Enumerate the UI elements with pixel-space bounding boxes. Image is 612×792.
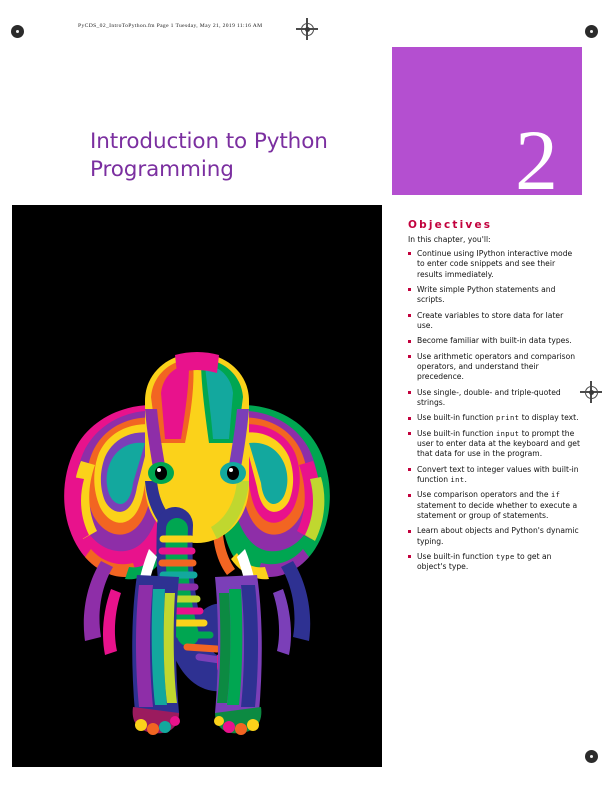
registration-mark-top-center xyxy=(296,18,318,40)
registration-mark-top-right xyxy=(580,20,602,42)
objective-item: Become familiar with built-in data types… xyxy=(408,336,580,346)
bullet-icon xyxy=(408,354,412,359)
objectives-intro: In this chapter, you'll: xyxy=(408,235,491,244)
bullet-icon xyxy=(408,555,412,559)
bullet-icon xyxy=(408,313,412,317)
objective-item: Use built-in function input to prompt th… xyxy=(408,429,580,460)
objective-item: Use built-in function type to get an obj… xyxy=(408,552,580,573)
objective-text: Create variables to store data for later… xyxy=(417,310,564,330)
objective-text: Convert text to integer values with buil… xyxy=(417,464,579,484)
objective-item: Use arithmetic operators and comparison … xyxy=(408,352,580,383)
bullet-icon xyxy=(408,288,412,292)
objective-text: Continue using IPython interactive mode … xyxy=(417,249,573,279)
objective-text: Use built-in function xyxy=(417,552,496,562)
objective-text: Use comparison operators and the xyxy=(417,490,551,500)
objective-code: input xyxy=(495,428,520,438)
objective-text: Become familiar with built-in data types… xyxy=(417,336,572,346)
objectives-section: Objectives In this chapter, you'll: Cont… xyxy=(408,219,580,578)
objective-code: if xyxy=(550,490,561,500)
chapter-number: 2 xyxy=(515,112,558,208)
running-header: PyCDS_02_IntroToPython.fm Page 1 Tuesday… xyxy=(78,23,263,29)
objective-item: Write simple Python statements and scrip… xyxy=(408,285,580,306)
objective-text: Use built-in function xyxy=(417,428,496,438)
bullet-icon xyxy=(408,467,412,472)
objective-text-tail: . xyxy=(464,475,467,484)
objective-code: print xyxy=(495,413,520,423)
objectives-heading: Objectives xyxy=(408,219,493,231)
bullet-icon xyxy=(408,390,412,395)
objective-text: Use arithmetic operators and comparison … xyxy=(417,351,576,382)
objective-text: Write simple Python statements and scrip… xyxy=(417,284,556,305)
objective-item: Continue using IPython interactive mode … xyxy=(408,249,580,280)
objectives-list: Continue using IPython interactive mode … xyxy=(408,249,580,573)
chapter-artwork-panel xyxy=(12,205,382,767)
objective-code: type xyxy=(495,552,515,562)
registration-mark-top-left xyxy=(6,20,28,42)
objective-code: int xyxy=(450,475,465,484)
objective-item: Learn about objects and Python's dynamic… xyxy=(408,526,580,547)
chapter-number-block: 2 xyxy=(392,47,582,203)
bullet-icon xyxy=(408,252,412,256)
bullet-icon xyxy=(408,432,412,436)
objective-item: Convert text to integer values with buil… xyxy=(408,465,580,486)
bullet-icon xyxy=(408,416,412,420)
bullet-icon xyxy=(408,339,412,343)
page-title: Introduction to Python Programming xyxy=(90,129,328,183)
objective-item: Use single-, double- and triple-quoted s… xyxy=(408,388,580,409)
objective-text: Learn about objects and Python's dynamic… xyxy=(417,526,579,546)
registration-mark-bottom-right xyxy=(580,745,602,767)
objective-item: Use comparison operators and the if stat… xyxy=(408,490,580,521)
objective-text: Use built-in function xyxy=(417,413,496,423)
objective-text-tail: statement to decide whether to execute a… xyxy=(417,500,578,520)
registration-mark-middle-right xyxy=(580,381,602,403)
objective-text: Use single-, double- and triple-quoted s… xyxy=(417,387,561,407)
objective-item: Use built-in function print to display t… xyxy=(408,413,580,423)
objective-item: Create variables to store data for later… xyxy=(408,311,580,332)
bullet-icon xyxy=(408,529,412,533)
bullet-icon xyxy=(408,493,412,497)
objective-text-tail: to display text. xyxy=(519,413,579,423)
colorful-elephant-illustration xyxy=(12,205,382,767)
